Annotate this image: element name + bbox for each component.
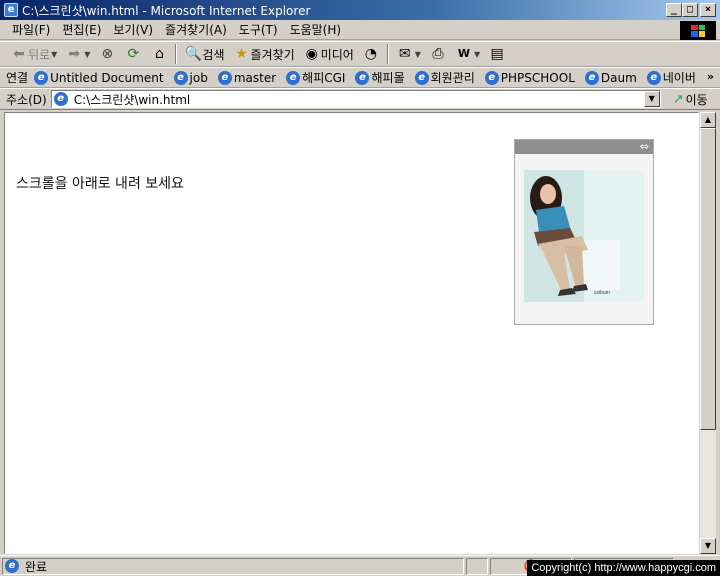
media-icon: ◉ xyxy=(305,46,318,62)
back-arrow-icon: ⬅ xyxy=(13,46,25,62)
link-daum[interactable]: e Daum xyxy=(584,70,637,85)
mail-button[interactable]: ✉ ▼ xyxy=(392,43,425,65)
address-label: 주소(D) xyxy=(6,92,47,107)
history-icon: ◔ xyxy=(364,46,377,62)
link-master[interactable]: e master xyxy=(217,70,276,85)
ie-page-icon: e xyxy=(584,70,599,85)
ie-page-icon: e xyxy=(286,70,301,85)
favorites-folder-icon: ★ xyxy=(235,46,248,62)
status-panel xyxy=(466,557,488,575)
links-bar: 연결 e Untitled Document e job e master e 해피CG… xyxy=(0,67,720,88)
search-label: 검색 xyxy=(202,47,225,62)
edit-button[interactable]: W ▼ xyxy=(451,43,484,65)
discuss-button[interactable]: ▤ xyxy=(484,43,510,65)
ie-page-icon: e xyxy=(217,70,232,85)
favorites-label: 즐겨찾기 xyxy=(250,47,295,62)
dropdown-arrow-icon[interactable]: ▼ xyxy=(84,50,90,59)
dropdown-arrow-icon[interactable]: ▼ xyxy=(415,50,421,59)
history-button[interactable]: ◔ xyxy=(358,43,384,65)
menu-file[interactable]: 파일(F) xyxy=(6,21,56,38)
home-icon: ⌂ xyxy=(154,46,164,62)
print-button[interactable]: ⎙ xyxy=(425,43,451,65)
windows-logo-icon xyxy=(680,21,716,40)
link-job[interactable]: e job xyxy=(173,70,208,85)
document-icon: ▤ xyxy=(490,46,504,62)
dropdown-arrow-icon[interactable]: ▼ xyxy=(51,50,57,59)
vertical-scrollbar[interactable]: ▲ ▼ xyxy=(699,112,716,554)
link-untitled-document[interactable]: e Untitled Document xyxy=(34,70,164,85)
svg-text:ssibum: ssibum xyxy=(594,290,610,296)
link-member-admin[interactable]: e 회원관리 xyxy=(414,69,475,86)
link-happycgi[interactable]: e 해피CGI xyxy=(286,69,345,86)
scroll-thumb[interactable] xyxy=(700,128,716,430)
close-button[interactable]: × xyxy=(700,3,716,17)
floating-ad-banner[interactable]: ⇔ ssibum xyxy=(514,139,654,325)
ie-page-icon: e xyxy=(414,70,429,85)
link-happymall[interactable]: e 해피몰 xyxy=(355,69,405,86)
menu-favorites[interactable]: 즐겨찾기(A) xyxy=(159,21,233,38)
title-bar[interactable]: e C:\스크린샷\win.html - Microsoft Internet … xyxy=(0,0,720,20)
menu-view[interactable]: 보기(V) xyxy=(107,21,159,38)
favorites-button[interactable]: ★ 즐겨찾기 xyxy=(229,43,299,65)
mail-icon: ✉ xyxy=(398,46,411,62)
link-phpschool[interactable]: e PHPSCHOOL xyxy=(484,70,575,85)
refresh-button[interactable]: ⟳ xyxy=(120,43,146,65)
window-controls: _ □ × xyxy=(666,3,716,17)
word-edit-icon: W xyxy=(457,47,471,60)
link-naver[interactable]: e 네이버 xyxy=(646,69,696,86)
media-label: 미디어 xyxy=(320,47,354,62)
minimize-button[interactable]: _ xyxy=(666,3,682,17)
menu-edit[interactable]: 편집(E) xyxy=(56,21,107,38)
stop-icon: ⊗ xyxy=(101,46,114,62)
menu-tools[interactable]: 도구(T) xyxy=(233,21,284,38)
standard-toolbar: ⬅ 뒤로 ▼ ➡ ▼ ⊗ ⟳ ⌂ 🔍 검색 ★ 즐겨찾기 ◉ 미디어 ◔ ✉ ▼… xyxy=(0,41,720,67)
address-input[interactable]: e C:\스크린샷\win.html ▼ xyxy=(50,90,661,108)
toolbar-separator xyxy=(386,44,389,64)
ad-header: ⇔ xyxy=(515,140,653,154)
address-dropdown-icon[interactable]: ▼ xyxy=(643,91,660,107)
go-button[interactable]: ↗ 이동 xyxy=(673,91,708,108)
fashion-model-photo: ssibum xyxy=(524,170,644,302)
page-content[interactable]: 스크롤을 아래로 내려 보세요 ⇔ ssibum xyxy=(4,112,699,554)
stop-button[interactable]: ⊗ xyxy=(94,43,120,65)
search-icon: 🔍 xyxy=(184,46,203,62)
printer-icon: ⎙ xyxy=(432,46,444,62)
home-button[interactable]: ⌂ xyxy=(146,43,172,65)
ie-page-icon: e xyxy=(646,70,661,85)
ad-toggle-icon[interactable]: ⇔ xyxy=(640,140,649,154)
address-value[interactable]: C:\스크린샷\win.html xyxy=(74,91,191,108)
search-button[interactable]: 🔍 검색 xyxy=(180,43,228,65)
links-label: 연결 xyxy=(6,71,29,85)
ie-page-icon: e xyxy=(484,70,499,85)
toolbar-separator xyxy=(175,44,178,64)
address-bar: 주소(D) e C:\스크린샷\win.html ▼ ↗ 이동 xyxy=(0,88,720,110)
go-arrow-icon: ↗ xyxy=(672,91,684,107)
menu-help[interactable]: 도움말(H) xyxy=(284,21,348,38)
window-title: C:\스크린샷\win.html - Microsoft Internet Ex… xyxy=(22,3,311,18)
ie-page-icon: e xyxy=(5,559,19,573)
back-button[interactable]: ⬅ 뒤로 ▼ xyxy=(6,43,61,65)
media-button[interactable]: ◉ 미디어 xyxy=(299,43,358,65)
go-label: 이동 xyxy=(685,92,708,107)
forward-arrow-icon: ➡ xyxy=(68,46,81,62)
forward-button[interactable]: ➡ ▼ xyxy=(61,43,94,65)
status-main-panel: e 완료 xyxy=(2,557,464,575)
back-label: 뒤로 xyxy=(28,47,51,62)
ie-page-icon: e xyxy=(355,70,370,85)
ie-icon: e xyxy=(4,3,18,17)
ie-page-icon: e xyxy=(34,70,49,85)
scroll-hint-text: 스크롤을 아래로 내려 보세요 xyxy=(16,176,184,192)
refresh-icon: ⟳ xyxy=(127,46,140,62)
copyright-watermark: Copyright(c) http://www.happycgi.com xyxy=(527,560,720,576)
scroll-down-icon[interactable]: ▼ xyxy=(700,538,716,554)
ad-photo-image[interactable]: ssibum xyxy=(524,170,644,302)
scroll-up-icon[interactable]: ▲ xyxy=(700,112,716,128)
dropdown-arrow-icon[interactable]: ▼ xyxy=(474,50,480,59)
status-text: 완료 xyxy=(25,559,48,574)
ie-page-icon: e xyxy=(173,70,188,85)
links-overflow-chevron-icon[interactable]: » xyxy=(707,70,714,83)
maximize-button[interactable]: □ xyxy=(682,3,698,17)
menu-bar: 파일(F) 편집(E) 보기(V) 즐겨찾기(A) 도구(T) 도움말(H) xyxy=(0,20,720,40)
page-icon: e xyxy=(53,92,68,106)
